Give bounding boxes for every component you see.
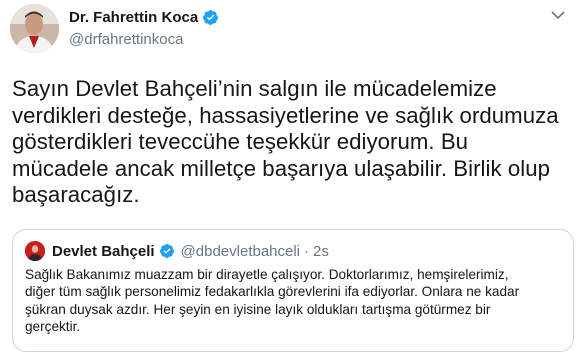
quoted-author-name[interactable]: Devlet Bahçeli	[52, 243, 155, 260]
author-handle[interactable]: @drfahrettinkoca	[69, 31, 219, 48]
author-info: Dr. Fahrettin Koca @drfahrettinkoca	[69, 8, 219, 48]
quoted-author-handle[interactable]: @dbdevletbahceli	[181, 243, 300, 260]
tweet-text: Sayın Devlet Bahçeli’nin salgın ile müca…	[12, 76, 559, 207]
author-avatar-image	[10, 4, 59, 53]
author-name[interactable]: Dr. Fahrettin Koca	[69, 9, 198, 26]
quoted-separator: ·	[304, 242, 310, 260]
quoted-avatar	[25, 241, 45, 261]
quoted-timestamp[interactable]: 2s	[313, 243, 329, 260]
quoted-text: Sağlık Bakanımız muazzam bir dirayetle ç…	[25, 267, 520, 335]
verified-badge-icon	[203, 9, 219, 25]
quoted-header: Devlet Bahçeli @dbdevletbahceli · 2s	[25, 241, 329, 261]
tweet: Dr. Fahrettin Koca @drfahrettinkoca Sayı…	[0, 0, 584, 359]
more-options-icon[interactable]	[550, 10, 566, 20]
author-avatar[interactable]	[10, 4, 59, 53]
quoted-verified-badge-icon	[159, 244, 174, 258]
quoted-avatar-image	[25, 241, 45, 261]
quoted-tweet[interactable]: Devlet Bahçeli @dbdevletbahceli · 2s Sağ…	[12, 229, 574, 352]
